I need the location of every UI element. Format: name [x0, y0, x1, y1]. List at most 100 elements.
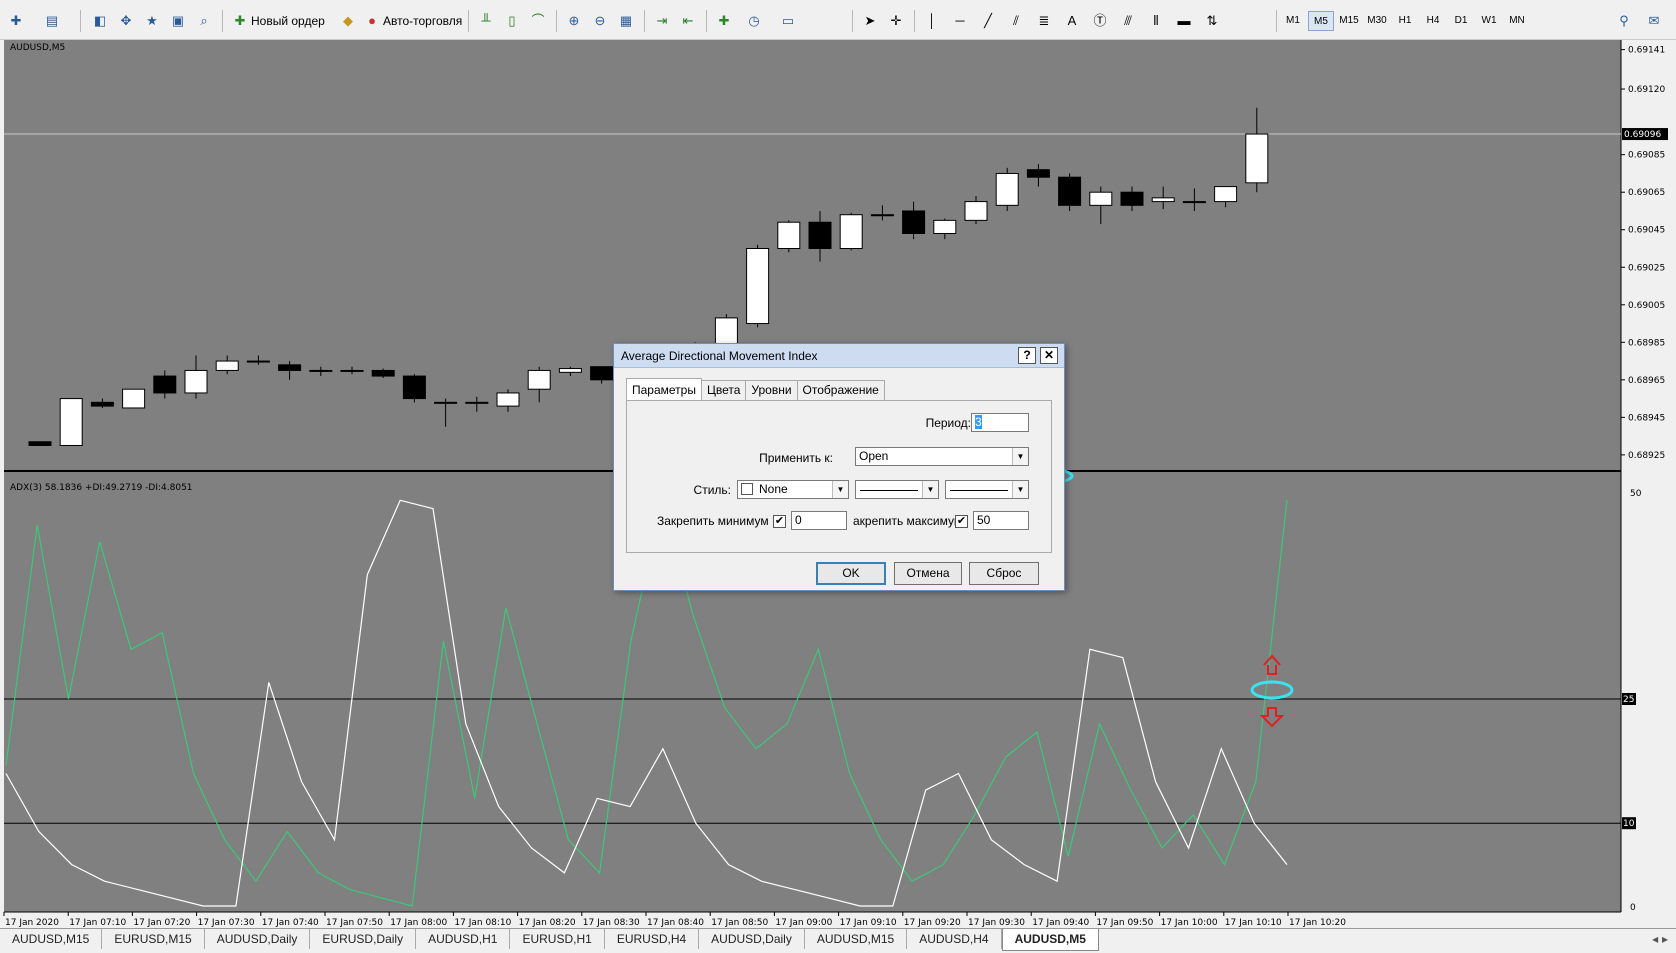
- autoscroll-icon[interactable]: ⇥: [654, 10, 670, 32]
- auto-trading-button[interactable]: ● Авто-торговля: [364, 10, 462, 32]
- style-color-select[interactable]: None ▼: [737, 480, 849, 499]
- tf-w1[interactable]: W1: [1476, 11, 1502, 31]
- line-width-select[interactable]: ▼: [945, 480, 1029, 499]
- periods-icon[interactable]: ◷: [746, 10, 762, 32]
- navigator-icon[interactable]: ✥: [118, 10, 134, 32]
- trendline-icon[interactable]: ╱: [980, 10, 996, 32]
- chart-tab[interactable]: AUDUSD,M15: [805, 929, 908, 949]
- tab-parameters[interactable]: Параметры: [626, 378, 702, 400]
- help-button[interactable]: ?: [1018, 347, 1036, 364]
- period-input[interactable]: 3: [971, 413, 1029, 432]
- fibo-icon[interactable]: ≣: [1036, 10, 1052, 32]
- candle-body: [90, 401, 114, 407]
- price-tick-label: 0.69065: [1628, 188, 1665, 198]
- chart-tab-active[interactable]: AUDUSD,M5: [1001, 929, 1099, 951]
- chart-tab[interactable]: AUDUSD,M15: [0, 929, 103, 949]
- channel-icon[interactable]: ⫽: [1008, 10, 1024, 32]
- tf-m5[interactable]: M5: [1308, 11, 1334, 31]
- fix-max-checkbox[interactable]: ✔: [955, 515, 968, 528]
- fix-min-checkbox[interactable]: ✔: [773, 515, 786, 528]
- gann-icon[interactable]: ⦀: [1148, 10, 1164, 32]
- chart-tab[interactable]: EURUSD,M15: [102, 929, 205, 949]
- tf-m30[interactable]: M30: [1364, 11, 1390, 31]
- time-tick-label: 17 Jan 08:20: [519, 918, 576, 928]
- chart-tab[interactable]: EURUSD,H4: [605, 929, 700, 949]
- line-style-preview: [860, 490, 918, 491]
- cancel-button[interactable]: Отмена: [894, 562, 962, 585]
- new-order-icon: ✚: [234, 13, 246, 28]
- zoom-in-icon[interactable]: ⊕: [566, 10, 582, 32]
- candle-body: [215, 360, 239, 371]
- tf-m15[interactable]: M15: [1336, 11, 1362, 31]
- search-icon[interactable]: ⚲: [1616, 10, 1632, 32]
- close-button[interactable]: ✕: [1040, 347, 1058, 364]
- chart-tab[interactable]: AUDUSD,H4: [907, 929, 1002, 949]
- cursor-icon[interactable]: ➤: [862, 10, 878, 32]
- tab-levels[interactable]: Уровни: [745, 380, 798, 400]
- new-chart-icon[interactable]: ✚: [8, 10, 24, 32]
- tab-visualization[interactable]: Отображение: [796, 380, 885, 400]
- label-icon[interactable]: Ⓣ: [1092, 10, 1108, 32]
- tabs-scroll-arrows[interactable]: ◂ ▸: [1644, 929, 1676, 949]
- lines-glyph: ⫻: [1124, 13, 1132, 28]
- tf-mn[interactable]: MN: [1504, 11, 1530, 31]
- vline-glyph: │: [927, 13, 937, 28]
- chart-tab[interactable]: EURUSD,H1: [510, 929, 605, 949]
- favorites-icon[interactable]: ★: [144, 10, 160, 32]
- price-tick-label: 0.68965: [1628, 376, 1665, 386]
- dialog-titlebar[interactable]: Average Directional Movement Index ? ✕: [614, 344, 1064, 368]
- chart-tab[interactable]: AUDUSD,Daily: [205, 929, 311, 949]
- candle-body: [839, 214, 863, 249]
- indicators-icon[interactable]: ✚: [716, 10, 732, 32]
- fix-min-input[interactable]: 0: [791, 511, 847, 530]
- market-watch-glyph: ◧: [93, 13, 107, 28]
- tf-h1[interactable]: H1: [1392, 11, 1418, 31]
- templates-icon[interactable]: ▭: [780, 10, 796, 32]
- tab-colors[interactable]: Цвета: [700, 380, 747, 400]
- chart-tab[interactable]: EURUSD,Daily: [310, 929, 417, 949]
- bar-chart-icon[interactable]: ╨: [478, 10, 494, 32]
- terminal-icon[interactable]: ▣: [170, 10, 186, 32]
- horizontal-line-icon[interactable]: ─: [952, 10, 968, 32]
- trendline-glyph: ╱: [984, 13, 992, 28]
- time-tick-label: 17 Jan 08:50: [711, 918, 768, 928]
- chat-icon[interactable]: ✉: [1646, 10, 1662, 32]
- chart-tab[interactable]: AUDUSD,Daily: [699, 929, 805, 949]
- tf-d1[interactable]: D1: [1448, 11, 1474, 31]
- arrows-glyph: ⇅: [1206, 13, 1218, 28]
- tf-m1[interactable]: M1: [1280, 11, 1306, 31]
- gann-glyph: ⦀: [1153, 13, 1159, 28]
- reset-button[interactable]: Сброс: [969, 562, 1039, 585]
- fix-max-input[interactable]: 50: [973, 511, 1029, 530]
- tester-icon[interactable]: ⌕: [196, 10, 212, 32]
- period-label: Период:: [925, 416, 971, 430]
- chart-tab[interactable]: AUDUSD,H1: [416, 929, 511, 949]
- line-style-select[interactable]: ▼: [855, 480, 939, 499]
- market-watch-icon[interactable]: ◧: [92, 10, 108, 32]
- new-order-button[interactable]: ✚ Новый ордер: [232, 10, 325, 32]
- apply-to-select[interactable]: Open ▼: [855, 447, 1029, 466]
- metaeditor-icon[interactable]: ◆: [340, 10, 356, 32]
- candle-body: [995, 172, 1019, 206]
- tf-h4[interactable]: H4: [1420, 11, 1446, 31]
- chart-shift-icon[interactable]: ⇤: [680, 10, 696, 32]
- vertical-line-icon[interactable]: │: [924, 10, 940, 32]
- zoom-out-icon[interactable]: ⊖: [592, 10, 608, 32]
- indicator-tick-label: 50: [1630, 489, 1642, 499]
- candle-body: [777, 221, 801, 249]
- time-tick-label: 17 Jan 08:00: [390, 918, 447, 928]
- arrows-icon[interactable]: ⇅: [1204, 10, 1220, 32]
- candle-chart-icon[interactable]: ▯: [504, 10, 520, 32]
- time-tick-label: 17 Jan 10:20: [1289, 918, 1346, 928]
- candle-body: [278, 364, 302, 371]
- profiles-icon[interactable]: ▤: [44, 10, 60, 32]
- shapes-icon[interactable]: ▬: [1176, 10, 1192, 32]
- lines-icon[interactable]: ⫻: [1120, 10, 1136, 32]
- candle-body: [496, 392, 520, 407]
- price-tick-label: 0.69025: [1628, 263, 1665, 273]
- crosshair-icon[interactable]: ✛: [888, 10, 904, 32]
- text-icon[interactable]: A: [1064, 10, 1080, 32]
- tile-windows-icon[interactable]: ▦: [618, 10, 634, 32]
- line-chart-icon[interactable]: ⌒: [530, 10, 546, 32]
- ok-button[interactable]: OK: [816, 562, 886, 585]
